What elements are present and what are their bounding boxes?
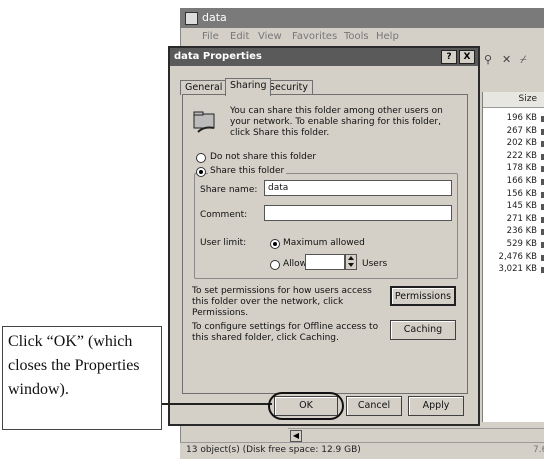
spin-up-icon[interactable] — [348, 256, 354, 260]
file-size-cell[interactable]: 202 KB — [483, 138, 537, 150]
comment-label: Comment: — [200, 210, 248, 220]
status-size: 7.6 — [533, 445, 544, 455]
spin-down-icon[interactable] — [348, 263, 354, 267]
do-not-share-radio[interactable] — [196, 153, 206, 163]
file-size-cell[interactable]: 529 KB — [483, 239, 537, 251]
menu-view[interactable]: View — [258, 31, 282, 42]
file-size-cell[interactable]: 271 KB — [483, 214, 537, 226]
file-size-cell[interactable]: 178 KB — [483, 163, 537, 175]
user-limit-label: User limit: — [200, 238, 247, 248]
file-size-cell[interactable]: 236 KB — [483, 226, 537, 238]
explorer-title: data — [202, 11, 227, 24]
help-button[interactable]: ? — [441, 50, 457, 64]
ok-highlight-oval — [268, 392, 344, 420]
permissions-text: To set permissions for how users access … — [192, 286, 372, 318]
explorer-menubar: File Edit View Favorites Tools Help — [180, 28, 544, 46]
allow-radio[interactable] — [270, 260, 280, 270]
menu-file[interactable]: File — [202, 31, 219, 42]
horizontal-scrollbar[interactable]: ◀ — [288, 428, 544, 443]
size-header-label: Size — [518, 94, 537, 104]
max-allowed-radio[interactable] — [270, 239, 280, 249]
close-button[interactable]: X — [459, 50, 475, 64]
tab-general[interactable]: General — [180, 80, 228, 95]
sharing-info-text: You can share this folder among other us… — [230, 106, 443, 138]
share-folder-radio[interactable] — [196, 167, 206, 177]
callout-text: Click “OK” (which closes the Properties … — [8, 333, 140, 398]
file-size-cell[interactable]: 3,021 KB — [483, 264, 537, 276]
callout-leader-line — [162, 403, 272, 405]
permissions-button[interactable]: Permissions — [390, 286, 456, 306]
apply-button[interactable]: Apply — [408, 396, 464, 416]
allow-count-input[interactable] — [305, 254, 345, 270]
caching-button[interactable]: Caching — [390, 320, 456, 340]
file-list: Size 196 KB 267 KB 202 KB 222 KB 178 KB 166 K… — [482, 92, 544, 422]
share-name-input[interactable]: data — [264, 180, 452, 196]
folders-icon[interactable]: ⚲ — [484, 53, 492, 66]
caching-text: To configure settings for Offline access… — [192, 322, 379, 343]
menu-tools[interactable]: Tools — [344, 31, 369, 42]
status-bar: 13 object(s) (Disk free space: 12.9 GB) … — [180, 442, 544, 459]
comment-input[interactable] — [264, 205, 452, 221]
users-label: Users — [362, 259, 388, 269]
do-not-share-label: Do not share this folder — [210, 152, 317, 162]
delete-icon[interactable]: ✕ — [502, 53, 511, 66]
file-size-cell[interactable]: 267 KB — [483, 126, 537, 138]
file-size-cell[interactable]: 222 KB — [483, 151, 537, 163]
size-column-header[interactable]: Size — [483, 92, 544, 108]
allow-spinner[interactable] — [345, 254, 357, 270]
cancel-button[interactable]: Cancel — [346, 396, 402, 416]
tab-sharing[interactable]: Sharing — [225, 78, 272, 96]
max-allowed-label: Maximum allowed — [283, 238, 365, 248]
allow-label: Allow — [283, 259, 308, 269]
menu-help[interactable]: Help — [376, 31, 399, 42]
folder-icon — [185, 12, 198, 25]
explorer-toolbar: ⚲ ✕ ⌿ — [470, 50, 544, 70]
file-size-cell[interactable]: 156 KB — [483, 189, 537, 201]
share-folder-label: Share this folder — [208, 166, 287, 177]
menu-edit[interactable]: Edit — [230, 31, 249, 42]
dialog-titlebar: data Properties ? X — [170, 48, 478, 66]
file-size-cell[interactable]: 145 KB — [483, 201, 537, 213]
file-size-cell[interactable]: 166 KB — [483, 176, 537, 188]
menu-favorites[interactable]: Favorites — [292, 31, 337, 42]
undo-icon[interactable]: ⌿ — [520, 53, 527, 67]
scroll-left-icon[interactable]: ◀ — [290, 430, 302, 442]
dialog-title: data Properties — [174, 51, 262, 62]
file-size-cell[interactable]: 196 KB — [483, 113, 537, 125]
explorer-titlebar: data — [180, 8, 544, 28]
share-name-label: Share name: — [200, 185, 258, 195]
status-text: 13 object(s) (Disk free space: 12.9 GB) — [186, 445, 361, 455]
shared-folder-icon — [193, 111, 215, 133]
file-size-cell[interactable]: 2,476 KB — [483, 252, 537, 264]
